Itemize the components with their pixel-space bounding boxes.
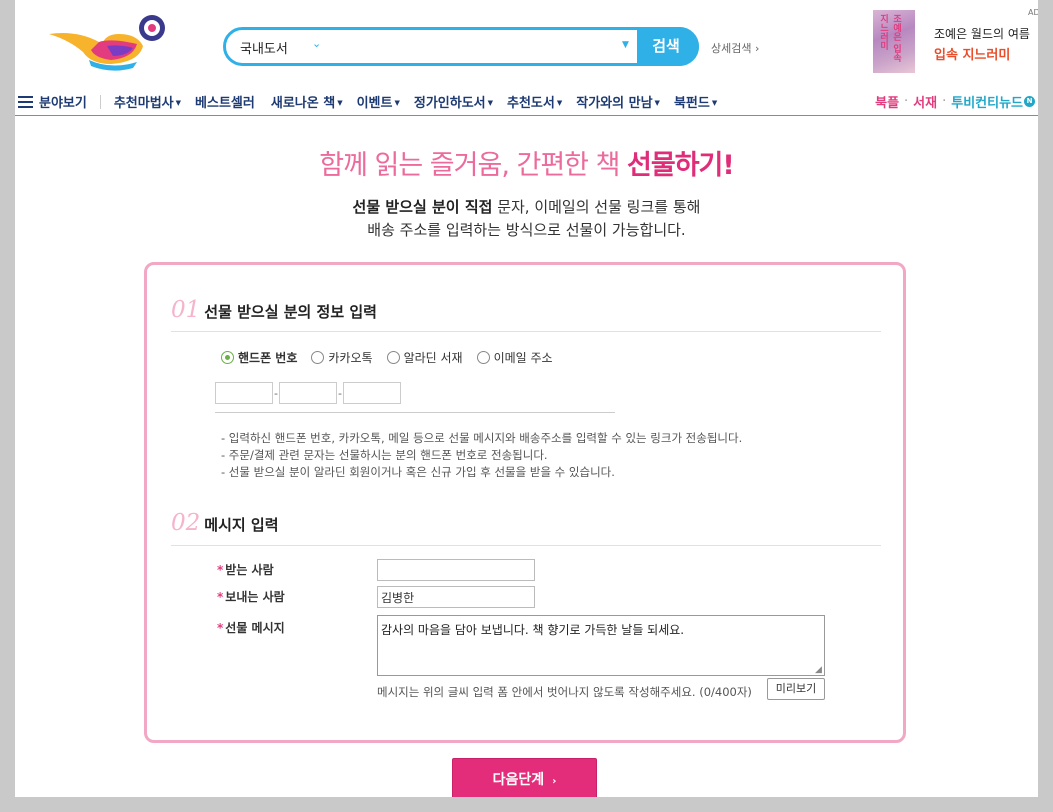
phone-inputs: - - xyxy=(215,382,401,404)
tobecontinued-link[interactable]: 투비컨티뉴드 xyxy=(951,92,1023,111)
bookple-link[interactable]: 북플 xyxy=(875,92,899,111)
radio-aladin-library[interactable]: 알라딘 서재 xyxy=(386,349,463,366)
note-line: - 선물 받으실 분이 알라딘 회원이거나 혹은 신규 가입 후 선물을 받을 … xyxy=(221,465,615,479)
radio-label: 이메일 주소 xyxy=(493,351,553,365)
ad-book-cover[interactable]: 조예은 입속 지느러미 xyxy=(873,10,915,73)
recipient-label: * 받는 사람 xyxy=(217,563,274,577)
section-title: 메시지 입력 xyxy=(204,516,279,534)
library-link[interactable]: 서재 xyxy=(913,92,937,111)
aladin-logo[interactable] xyxy=(47,12,167,72)
nav-divider xyxy=(99,94,101,109)
separator-dot: · xyxy=(942,94,947,109)
radio-email[interactable]: 이메일 주소 xyxy=(476,349,553,366)
sender-label: * 보내는 사람 xyxy=(217,590,285,604)
advanced-search-link[interactable]: 상세검색 › xyxy=(711,40,759,56)
new-badge: N xyxy=(1024,96,1035,107)
hamburger-icon[interactable] xyxy=(18,95,33,108)
separator-dot: · xyxy=(904,94,909,109)
radio-icon[interactable] xyxy=(386,351,400,364)
required-mark: * xyxy=(217,590,224,604)
gift-page: 국내도서 ⌄ ▼ 검색 상세검색 › 조예은 입속 지느러미 AD 조예은 월드… xyxy=(15,0,1038,797)
note-line: - 주문/결제 관련 문자는 선물하시는 분의 핸드폰 번호로 전송됩니다. xyxy=(221,448,548,462)
nav-item-new-books[interactable]: 새로나온 책 ▼ xyxy=(271,92,343,111)
nav-item-price-down[interactable]: 정가인하도서 ▼ xyxy=(414,92,493,111)
phone-part3-input[interactable] xyxy=(342,382,401,404)
resize-grip-icon[interactable]: ◢ xyxy=(815,665,822,675)
preview-button[interactable]: 미리보기 xyxy=(767,678,825,700)
radio-label: 핸드폰 번호 xyxy=(238,351,298,365)
radio-label: 알라딘 서재 xyxy=(403,351,463,365)
ad-mark: AD xyxy=(1028,8,1038,17)
intro-text-line2: 배송 주소를 입력하는 방식으로 선물이 가능합니다. xyxy=(367,221,686,239)
contact-method-group: 핸드폰 번호 카카오톡 알라딘 서재 이메일 주소 xyxy=(221,349,567,366)
radio-kakaotalk[interactable]: 카카오톡 xyxy=(311,349,373,366)
nav-item-author-meet[interactable]: 작가와의 만남 ▼ xyxy=(576,92,660,111)
nav-menu: 분야보기 추천마법사 ▼ 베스트셀러 새로나온 책 ▼ 이벤트 ▼ 정가인하도서 ▼ 추… xyxy=(18,92,731,111)
nav-right-links: 북플 · 서재 · 투비컨티뉴드 N xyxy=(875,92,1035,111)
page-title: 함께 읽는 즐거움, 간편한 책 선물하기! xyxy=(319,150,734,181)
category-menu-button[interactable]: 분야보기 xyxy=(39,92,87,111)
phone-separator: - xyxy=(274,386,278,400)
phone-part1-input[interactable] xyxy=(215,382,273,404)
gift-message-textarea[interactable]: 감사의 마음을 담아 보냅니다. 책 향기로 가득한 날들 되세요. xyxy=(377,615,825,676)
global-nav: 분야보기 추천마법사 ▼ 베스트셀러 새로나온 책 ▼ 이벤트 ▼ 정가인하도서 ▼ 추… xyxy=(15,88,1038,116)
nav-item-bookfund[interactable]: 북펀드 ▼ xyxy=(674,92,717,111)
phone-part2-input[interactable] xyxy=(278,382,337,404)
section-number: 02 xyxy=(171,510,201,536)
required-mark: * xyxy=(217,563,224,577)
radio-icon[interactable] xyxy=(476,351,490,364)
nav-item-recommend-wizard[interactable]: 추천마법사 ▼ xyxy=(114,92,181,111)
next-step-button[interactable]: 다음단계 › xyxy=(452,758,597,797)
ad-book-text: 조예은 입속 지느러미 xyxy=(878,14,901,63)
nav-item-recommended[interactable]: 추천도서 ▼ xyxy=(507,92,562,111)
sender-input[interactable] xyxy=(377,586,535,608)
search-input[interactable] xyxy=(336,35,616,59)
radio-icon[interactable] xyxy=(311,351,325,364)
section-divider xyxy=(171,545,881,546)
note-line: - 입력하신 핸드폰 번호, 카카오톡, 메일 등으로 선물 메시지와 배송주소… xyxy=(221,431,743,445)
required-mark: * xyxy=(217,621,224,635)
search-bar: 국내도서 ⌄ ▼ 검색 xyxy=(223,27,699,66)
info-notes: - 입력하신 핸드폰 번호, 카카오톡, 메일 등으로 선물 메시지와 배송주소… xyxy=(221,430,742,481)
radio-selected-icon[interactable] xyxy=(221,351,234,364)
search-button[interactable]: 검색 xyxy=(637,27,699,66)
section2-header: 02 메시지 입력 xyxy=(171,510,279,536)
recipient-input[interactable] xyxy=(377,559,535,581)
radio-phone[interactable]: 핸드폰 번호 xyxy=(221,349,297,366)
nav-item-events[interactable]: 이벤트 ▼ xyxy=(357,92,400,111)
intro-text-line1: 선물 받으실 분이 직접 문자, 이메일의 선물 링크를 통해 xyxy=(352,198,701,216)
gift-form: 01 선물 받으실 분의 정보 입력 핸드폰 번호 카카오톡 알라딘 서재 이메… xyxy=(144,262,906,743)
section-divider xyxy=(171,331,881,332)
section-number: 01 xyxy=(171,297,201,323)
phone-separator: - xyxy=(337,386,342,400)
divider xyxy=(215,412,615,413)
radio-label: 카카오톡 xyxy=(328,351,373,365)
section1-header: 01 선물 받으실 분의 정보 입력 xyxy=(171,297,377,323)
message-count-note: 메시지는 위의 글씨 입력 폼 안에서 벗어나지 않도록 작성해주세요. (0/… xyxy=(377,685,752,699)
chevron-right-icon: › xyxy=(552,776,557,787)
chevron-down-icon[interactable]: ⌄ xyxy=(312,37,321,50)
dropdown-triangle-icon[interactable]: ▼ xyxy=(622,40,629,50)
search-category-select[interactable]: 국내도서 xyxy=(240,38,288,57)
nav-item-bestseller[interactable]: 베스트셀러 xyxy=(195,92,257,111)
section-title: 선물 받으실 분의 정보 입력 xyxy=(204,303,377,321)
ad-title[interactable]: 입속 지느러미 xyxy=(934,44,1010,63)
message-label: * 선물 메시지 xyxy=(217,621,285,635)
ad-text[interactable]: 조예은 월드의 여름 xyxy=(934,25,1030,42)
